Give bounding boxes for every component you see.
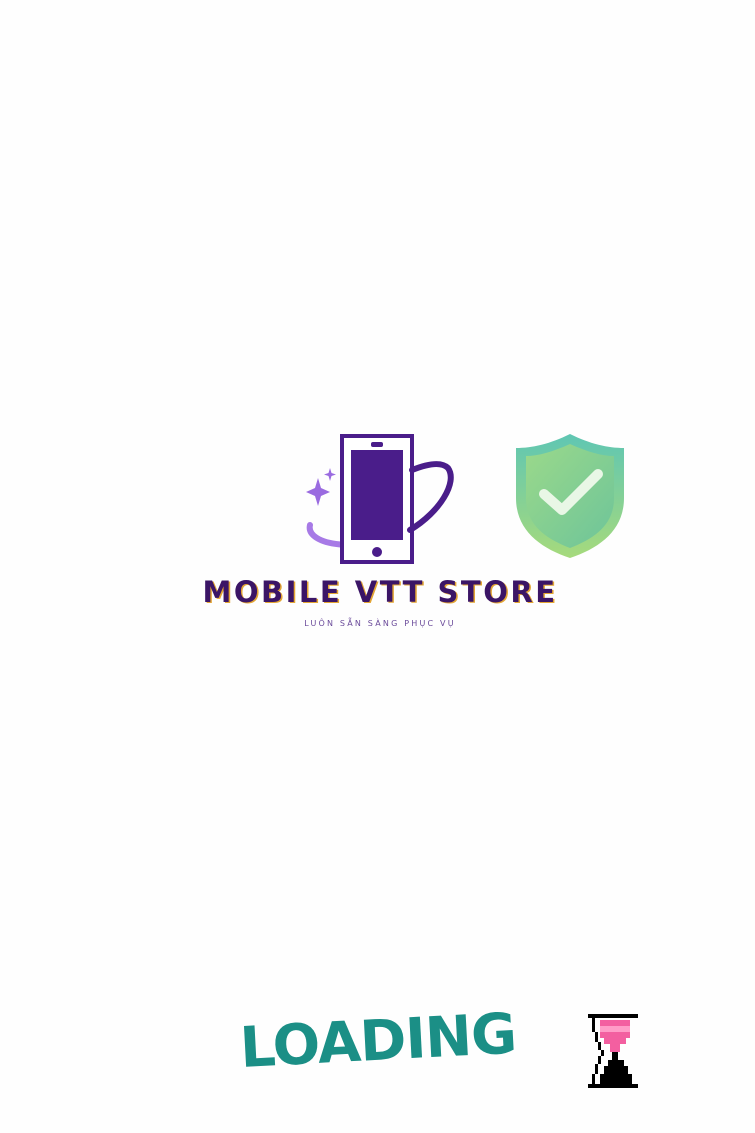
- smartphone-orbit-icon: [306, 434, 454, 564]
- shield-check-icon: [516, 434, 624, 558]
- splash-screen: MOBILE VTT STORE LUÔN SẴN SÀNG PHỤC VỤ L…: [0, 0, 755, 1133]
- loading-label: LOADING: [238, 1001, 518, 1081]
- sparkle-icon: [306, 478, 330, 506]
- hourglass-icon: [588, 1014, 638, 1088]
- sparkle-small-icon: [324, 468, 336, 481]
- brand-tagline: LUÔN SẴN SÀNG PHỤC VỤ: [304, 619, 456, 628]
- brand-title: MOBILE VTT STORE: [202, 575, 558, 609]
- store-logo: MOBILE VTT STORE LUÔN SẴN SÀNG PHỤC VỤ: [180, 425, 640, 645]
